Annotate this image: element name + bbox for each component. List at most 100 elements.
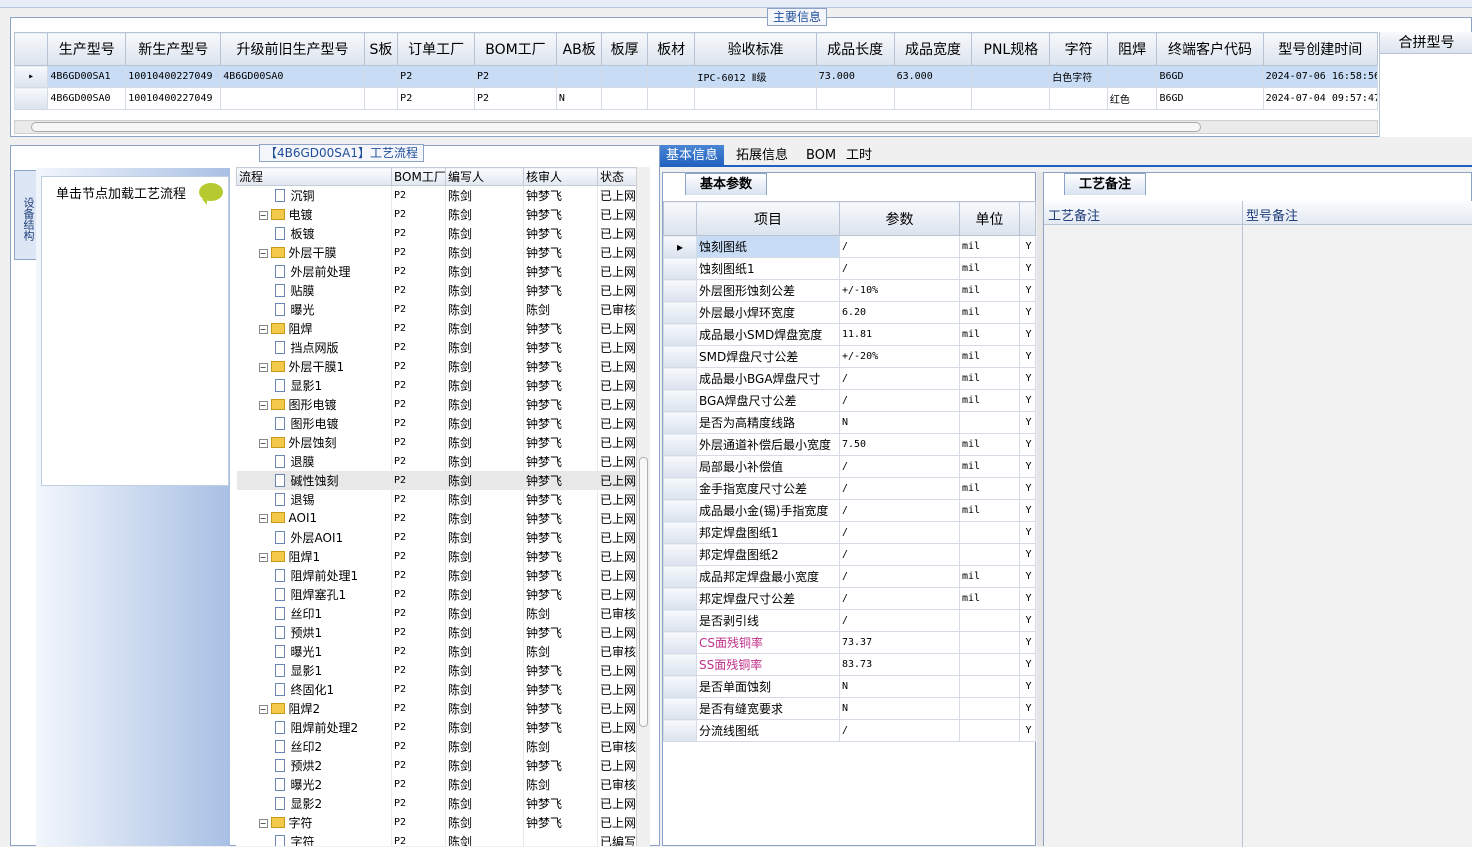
main-col-header[interactable]: 订单工厂: [397, 32, 476, 66]
tree-row[interactable]: 退锡 P2 陈剑 钟梦飞 已上网: [236, 489, 636, 509]
param-row[interactable]: BGA焊盘尺寸公差 / mil Y: [663, 389, 1036, 412]
tree-row[interactable]: − 电镀 P2 陈剑 钟梦飞 已上网: [236, 204, 636, 224]
param-row[interactable]: 金手指宽度尺寸公差 / mil Y: [663, 477, 1036, 500]
param-row[interactable]: 邦定焊盘图纸2/ Y: [663, 543, 1036, 566]
tree-row[interactable]: 显影1 P2 陈剑 钟梦飞 已上网: [236, 375, 636, 395]
tree-row[interactable]: 丝印2 P2 陈剑 陈剑 已审核: [236, 736, 636, 756]
main-grid-row[interactable]: 4B6GD00SA0 10010400227049 P2 P2 N 红色 B6GD 2024-…: [13, 87, 1379, 110]
main-grid-cell[interactable]: [971, 65, 1051, 88]
param-row[interactable]: 是否为高精度线路 N Y: [663, 411, 1036, 434]
tree-row[interactable]: − 阻焊 P2 陈剑 钟梦飞 已上网: [236, 318, 636, 338]
main-grid-hscrollbar[interactable]: [14, 120, 1378, 134]
param-cell-value[interactable]: N: [839, 697, 960, 720]
tree-row[interactable]: − 外层蚀刻 P2 陈剑 钟梦飞 已上网: [236, 432, 636, 452]
tree-row[interactable]: 沉铜 P2 陈剑 钟梦飞 已上网: [236, 185, 636, 205]
param-cell-value[interactable]: /: [839, 367, 960, 390]
tree-row[interactable]: 碱性蚀刻 P2 陈剑 钟梦飞 已上网: [236, 470, 636, 490]
main-grid-cell[interactable]: B6GD: [1156, 65, 1264, 88]
tree-node[interactable]: 图形电镀: [236, 413, 392, 433]
main-col-header[interactable]: 验收标准: [694, 32, 817, 66]
collapse-icon[interactable]: −: [258, 400, 268, 410]
main-col-header[interactable]: 新生产型号: [125, 32, 222, 66]
tree-node[interactable]: − AOI1: [236, 508, 392, 528]
param-row[interactable]: 分流线图纸 / Y: [663, 719, 1036, 742]
row-indicator[interactable]: [663, 279, 697, 302]
tree-node[interactable]: 贴膜: [236, 280, 392, 300]
row-indicator[interactable]: [663, 675, 697, 698]
param-row[interactable]: 外层最小焊环宽度 6.20 mil Y: [663, 301, 1036, 324]
row-indicator[interactable]: [663, 389, 697, 412]
param-row[interactable]: 成品邦定焊盘最小宽度 / mil Y: [663, 565, 1036, 588]
tree-node[interactable]: 曝光2: [236, 774, 392, 794]
param-cell-value[interactable]: /: [839, 499, 960, 522]
tree-node[interactable]: 终固化1: [236, 679, 392, 699]
subtab-basic-params[interactable]: 基本参数: [685, 173, 768, 195]
tree-node[interactable]: 沉铜: [236, 185, 392, 205]
tree-row[interactable]: 贴膜 P2 陈剑 钟梦飞 已上网: [236, 280, 636, 300]
tree-node[interactable]: 字符: [236, 831, 392, 846]
grid-corner[interactable]: [13, 32, 49, 66]
main-col-header[interactable]: 成品宽度: [893, 32, 973, 66]
param-row[interactable]: 成品最小SMD焊盘宽度 11.81 mil Y: [663, 323, 1036, 346]
main-col-header[interactable]: 型号创建时间: [1262, 32, 1379, 66]
collapse-icon[interactable]: −: [258, 704, 268, 714]
row-indicator[interactable]: [663, 301, 697, 324]
param-cell-value[interactable]: 83.73: [839, 653, 960, 676]
param-cell-value[interactable]: /: [839, 565, 960, 588]
collapse-icon[interactable]: −: [258, 514, 268, 523]
main-grid-cell[interactable]: 2024-07-04 09:57:47: [1262, 87, 1379, 110]
row-indicator[interactable]: [663, 477, 697, 500]
row-indicator[interactable]: [663, 587, 697, 610]
side-tab-device-structure[interactable]: 设备结构: [14, 170, 36, 260]
row-indicator[interactable]: [663, 719, 697, 742]
tree-row[interactable]: 曝光2 P2 陈剑 陈剑 已审核: [236, 774, 636, 794]
param-row[interactable]: 外层图形蚀刻公差 +/-10% mil Y: [663, 279, 1036, 302]
main-col-header[interactable]: BOM工厂: [474, 32, 557, 66]
main-grid-cell[interactable]: [363, 87, 399, 110]
tree-row[interactable]: 板镀 P2 陈剑 钟梦飞 已上网: [236, 223, 636, 243]
param-cell-value[interactable]: /: [839, 455, 960, 478]
main-grid-cell[interactable]: 4B6GD00SA0: [220, 65, 365, 88]
param-cell-value[interactable]: 11.81: [839, 323, 960, 346]
tree-col-header[interactable]: 编写人: [445, 167, 524, 186]
tree-row[interactable]: − 阻焊1 P2 陈剑 钟梦飞 已上网: [236, 546, 636, 566]
collapse-icon[interactable]: −: [258, 210, 268, 220]
param-cell-value[interactable]: +/-20%: [839, 345, 960, 368]
row-indicator[interactable]: [663, 543, 697, 566]
tab-basic-info[interactable]: 基本信息: [660, 145, 725, 167]
tree-node[interactable]: − 阻焊1: [236, 546, 392, 566]
main-grid-cell[interactable]: 白色字符: [1049, 65, 1108, 88]
tree-node[interactable]: 显影1: [236, 660, 392, 680]
row-indicator[interactable]: [663, 367, 697, 390]
tab-extended-info[interactable]: 拓展信息: [730, 145, 794, 167]
tree-node[interactable]: − 图形电镀: [236, 394, 392, 414]
tree-row[interactable]: − AOI1 P2 陈剑 钟梦飞 已上网: [236, 508, 636, 528]
row-indicator[interactable]: [663, 323, 697, 346]
tree-node[interactable]: 显影2: [236, 793, 392, 813]
main-grid-cell[interactable]: 10010400227049: [125, 87, 222, 110]
main-col-header[interactable]: 字符: [1049, 32, 1108, 66]
main-col-header[interactable]: AB板: [555, 32, 603, 66]
collapse-icon[interactable]: −: [258, 324, 268, 334]
main-grid-cell[interactable]: [555, 65, 603, 88]
tree-row[interactable]: 外层AOI1 P2 陈剑 钟梦飞 已上网: [236, 527, 636, 547]
tree-row[interactable]: 阻焊前处理1 P2 陈剑 钟梦飞 已上网: [236, 565, 636, 585]
row-indicator[interactable]: [663, 433, 697, 456]
collapse-icon[interactable]: −: [258, 438, 268, 448]
main-col-header[interactable]: 成品长度: [815, 32, 895, 66]
row-indicator[interactable]: [663, 455, 697, 478]
param-row[interactable]: 成品最小BGA焊盘尺寸 / mil Y: [663, 367, 1036, 390]
main-col-header[interactable]: 升级前旧生产型号: [220, 32, 365, 66]
main-col-header[interactable]: 板厚: [601, 32, 648, 66]
main-grid-cell[interactable]: 2024-07-06 16:58:56: [1262, 65, 1379, 88]
tree-node[interactable]: − 阻焊2: [236, 698, 392, 718]
main-grid-cell[interactable]: [646, 87, 696, 110]
main-grid-cell[interactable]: [646, 65, 696, 88]
tree-node[interactable]: 阻焊前处理1: [236, 565, 392, 585]
main-grid-cell[interactable]: N: [555, 87, 603, 110]
flow-tree-vscroll-thumb[interactable]: [639, 457, 648, 727]
collapse-icon[interactable]: −: [258, 362, 268, 372]
grid-corner[interactable]: [663, 201, 697, 236]
subtab-process-notes[interactable]: 工艺备注: [1064, 173, 1147, 195]
tree-node[interactable]: − 外层干膜: [236, 242, 392, 262]
